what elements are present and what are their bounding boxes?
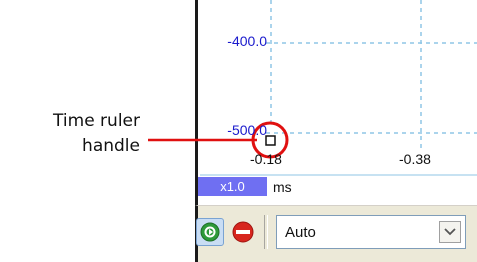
zoom-multiplier-badge[interactable]: x1.0 xyxy=(198,177,267,196)
stop-button[interactable] xyxy=(229,218,257,246)
stop-icon xyxy=(232,221,254,243)
x-tick-label: -0.38 xyxy=(399,151,431,167)
go-button[interactable] xyxy=(196,218,224,246)
go-icon xyxy=(200,222,220,242)
callout-label-line1: Time ruler xyxy=(53,111,140,131)
toolbar-separator xyxy=(264,215,268,249)
chevron-down-icon[interactable] xyxy=(439,221,461,243)
callout-label-line2: handle xyxy=(82,136,140,156)
trigger-mode-value: Auto xyxy=(285,224,316,241)
trigger-mode-select[interactable]: Auto xyxy=(276,215,466,249)
y-tick-label: -500.0 xyxy=(227,122,267,138)
time-unit-label: ms xyxy=(273,179,292,195)
y-tick-label: -400.0 xyxy=(227,33,267,49)
x-tick-label: -0.18 xyxy=(250,151,282,167)
